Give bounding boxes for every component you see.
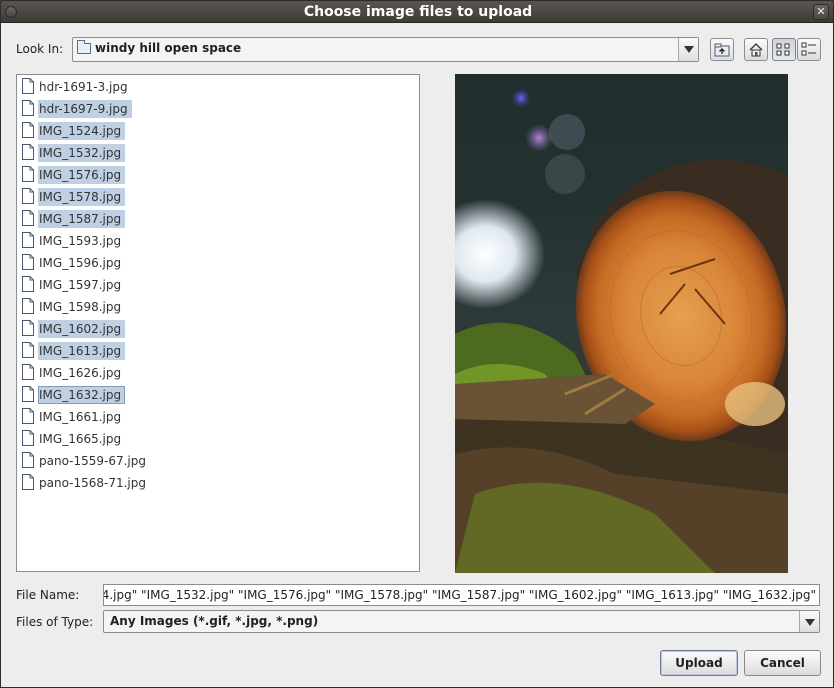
- folder-icon: [77, 40, 91, 54]
- file-icon: [22, 298, 34, 314]
- file-name: pano-1559-67.jpg: [39, 454, 146, 468]
- file-name: IMG_1613.jpg: [38, 342, 126, 360]
- home-icon: [749, 43, 763, 57]
- file-icon: [22, 78, 34, 94]
- look-in-label: Look In:: [16, 42, 64, 56]
- file-icon: [22, 386, 34, 402]
- file-name: hdr-1691-3.jpg: [39, 80, 128, 94]
- window-menu-icon[interactable]: [5, 6, 17, 18]
- list-view-icon: [776, 43, 790, 56]
- file-chooser-dialog: Choose image files to upload ✕ Look In: …: [0, 0, 834, 688]
- file-icon: [22, 276, 34, 292]
- file-name: IMG_1596.jpg: [39, 256, 122, 270]
- list-view-button[interactable]: [772, 38, 796, 61]
- chevron-down-icon[interactable]: [678, 38, 698, 61]
- file-icon: [22, 100, 34, 116]
- file-name: IMG_1661.jpg: [39, 410, 122, 424]
- file-name-label: File Name:: [16, 588, 80, 602]
- close-icon: ✕: [816, 5, 826, 18]
- file-icon: [22, 342, 34, 358]
- home-button[interactable]: [744, 38, 768, 61]
- file-icon: [22, 474, 34, 490]
- file-name: IMG_1587.jpg: [38, 210, 126, 228]
- file-name: IMG_1576.jpg: [38, 166, 126, 184]
- file-icon: [22, 188, 34, 204]
- file-name-input[interactable]: 524.jpg" "IMG_1532.jpg" "IMG_1576.jpg" "…: [103, 584, 820, 606]
- file-name: IMG_1602.jpg: [38, 320, 126, 338]
- file-icon: [22, 452, 34, 468]
- close-button[interactable]: ✕: [813, 4, 829, 20]
- file-icon: [22, 254, 34, 270]
- file-name: IMG_1598.jpg: [39, 300, 122, 314]
- file-name: IMG_1626.jpg: [39, 366, 122, 380]
- file-name: pano-1568-71.jpg: [39, 476, 146, 490]
- file-type-value: Any Images (*.gif, *.jpg, *.png): [110, 614, 319, 628]
- chevron-down-icon[interactable]: [799, 611, 819, 632]
- file-name: IMG_1597.jpg: [39, 278, 122, 292]
- file-name: IMG_1593.jpg: [39, 234, 122, 248]
- file-type-label: Files of Type:: [16, 615, 94, 629]
- title-bar[interactable]: Choose image files to upload ✕: [1, 1, 833, 23]
- file-name: IMG_1632.jpg: [38, 386, 126, 404]
- file-icon: [22, 232, 34, 248]
- file-name: IMG_1532.jpg: [38, 144, 126, 162]
- file-icon: [22, 166, 34, 182]
- preview-image: [455, 74, 788, 573]
- upload-button[interactable]: Upload: [660, 650, 738, 676]
- file-name: hdr-1697-9.jpg: [38, 100, 132, 118]
- file-icon: [22, 122, 34, 138]
- file-type-combo[interactable]: Any Images (*.gif, *.jpg, *.png): [103, 610, 820, 633]
- details-view-button[interactable]: [797, 38, 821, 61]
- up-folder-icon: [714, 43, 730, 57]
- cancel-button[interactable]: Cancel: [744, 650, 821, 676]
- up-one-level-button[interactable]: [710, 38, 734, 61]
- look-in-value: windy hill open space: [95, 41, 242, 55]
- details-view-icon: [801, 42, 816, 56]
- file-name-value: 524.jpg" "IMG_1532.jpg" "IMG_1576.jpg" "…: [103, 588, 816, 602]
- file-name: IMG_1665.jpg: [39, 432, 122, 446]
- file-icon: [22, 210, 34, 226]
- look-in-combo[interactable]: windy hill open space: [72, 37, 699, 62]
- image-preview: [455, 74, 788, 573]
- file-name: IMG_1524.jpg: [38, 122, 126, 140]
- file-icon: [22, 408, 34, 424]
- file-list[interactable]: hdr-1691-3.jpg hdr-1697-9.jpg IMG_1524.jpg…: [16, 74, 420, 572]
- file-name: IMG_1578.jpg: [38, 188, 126, 206]
- file-icon: [22, 430, 34, 446]
- file-icon: [22, 144, 34, 160]
- file-icon: [22, 364, 34, 380]
- file-icon: [22, 320, 34, 336]
- window-title: Choose image files to upload: [303, 4, 533, 20]
